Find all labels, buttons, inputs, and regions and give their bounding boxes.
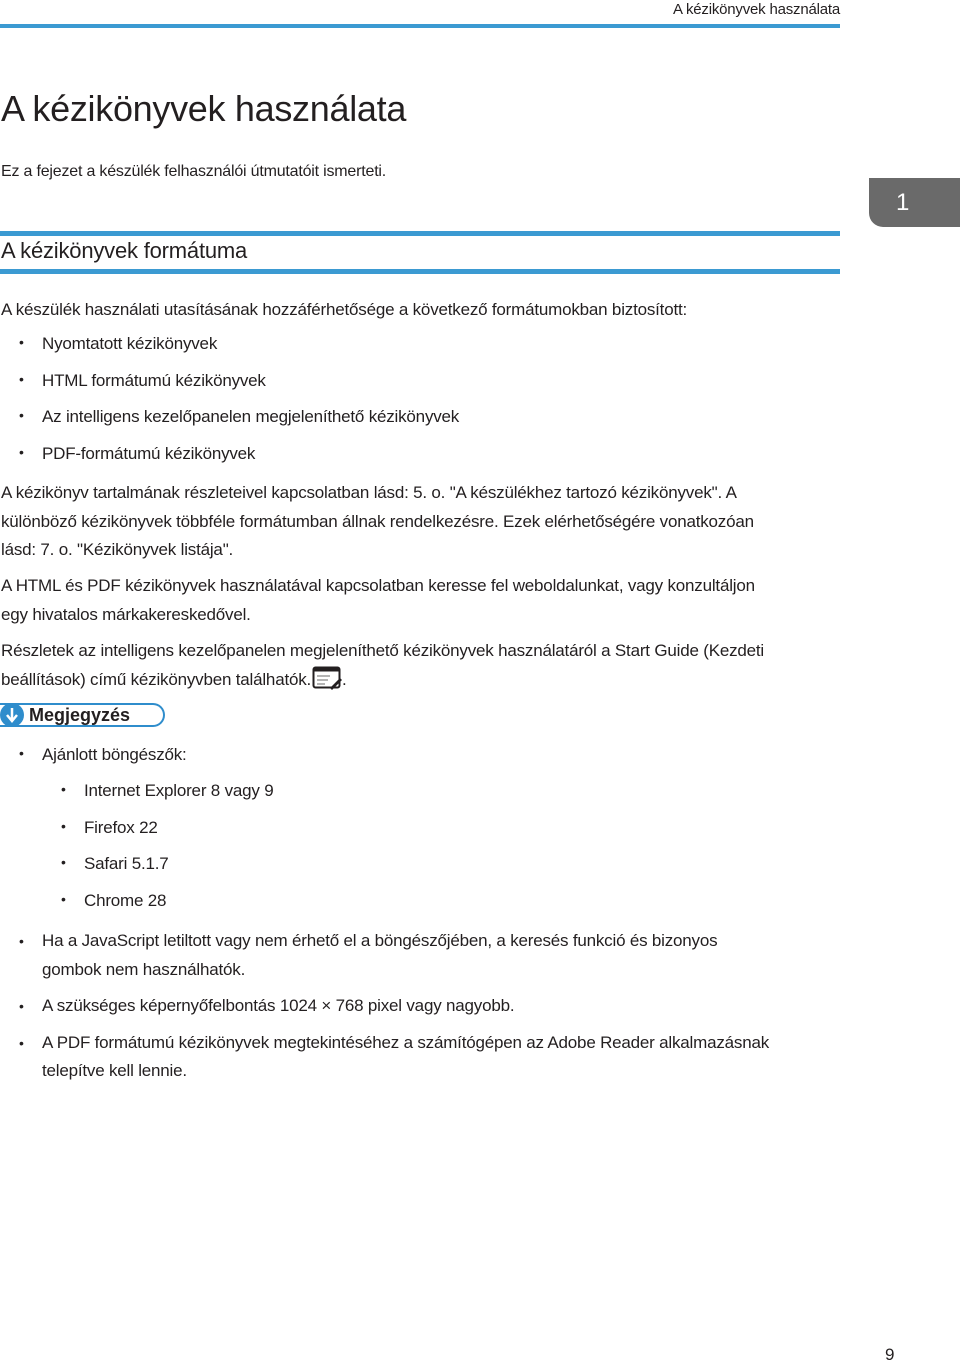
formats-list: • Nyomtatott kézikönyvek • HTML formátumú … bbox=[0, 334, 459, 480]
list-item: • Az intelligens kezelőpanelen megjelenít… bbox=[19, 407, 460, 426]
list-item: • Chrome 28 bbox=[61, 890, 167, 910]
list-item: • A PDF formátumú kézikönyvek megtekintés… bbox=[0, 1029, 769, 1086]
bullet-icon: • bbox=[61, 817, 66, 834]
bullet-icon: • bbox=[19, 745, 24, 761]
list-item: • Ajánlott böngészők: bbox=[19, 745, 187, 764]
manual-reference-icon bbox=[312, 666, 343, 690]
section-lead: A készülék használati utasításának hozzá… bbox=[1, 300, 688, 319]
list-item: • Internet Explorer 8 vagy 9 bbox=[61, 781, 274, 800]
list-item: • Safari 5.1.7 bbox=[61, 854, 169, 873]
chapter-tab: 1 bbox=[869, 178, 960, 227]
arrow-down-icon bbox=[6, 708, 18, 723]
list-item: • Ha a JavaScript letiltott vagy nem érhe… bbox=[0, 927, 769, 984]
bullet-icon: • bbox=[19, 443, 24, 460]
section-rule-bottom bbox=[0, 269, 840, 274]
chapter-title: A kézikönyvek használata bbox=[1, 88, 407, 129]
section-rule-top bbox=[0, 231, 840, 236]
header-rule bbox=[0, 24, 840, 28]
bullet-icon: • bbox=[61, 890, 66, 907]
bullet-icon: • bbox=[61, 854, 66, 870]
list-item: • A szükséges képernyőfelbontás 1024 × 76… bbox=[0, 992, 769, 1021]
list-item: • PDF-formátumú kézikönyvek bbox=[19, 443, 256, 463]
bullet-icon: • bbox=[19, 407, 24, 423]
note-list-continued: • Ha a JavaScript letiltott vagy nem érhe… bbox=[0, 927, 769, 1086]
paragraph-details: A kézikönyv tartalmának részleteivel kap… bbox=[1, 483, 754, 559]
note-list: • Ajánlott böngészők: bbox=[0, 745, 187, 782]
list-item: • Firefox 22 bbox=[61, 817, 158, 837]
bullet-icon: • bbox=[19, 370, 24, 387]
paragraph-start-guide: Részletek az intelligens kezelőpanelen m… bbox=[1, 641, 764, 690]
list-item: • HTML formátumú kézikönyvek bbox=[19, 370, 266, 390]
bullet-icon: • bbox=[19, 334, 24, 350]
bullet-icon: • bbox=[19, 1034, 24, 1051]
page-number: 9 bbox=[885, 1345, 895, 1364]
bullet-icon: • bbox=[19, 933, 24, 949]
section-title: A kézikönyvek formátuma bbox=[1, 238, 248, 263]
note-label: Megjegyzés bbox=[29, 705, 131, 725]
paragraph-html-pdf: A HTML és PDF kézikönyvek használatával … bbox=[1, 576, 755, 624]
bullet-icon: • bbox=[19, 998, 24, 1014]
list-item: • Nyomtatott kézikönyvek bbox=[19, 334, 218, 353]
running-header: A kézikönyvek használata bbox=[673, 1, 840, 18]
chapter-intro: Ez a fejezet a készülék felhasználói útm… bbox=[1, 163, 387, 180]
bullet-icon: • bbox=[61, 781, 66, 797]
browsers-list: • Internet Explorer 8 vagy 9 • Firefox 22 … bbox=[0, 781, 274, 927]
